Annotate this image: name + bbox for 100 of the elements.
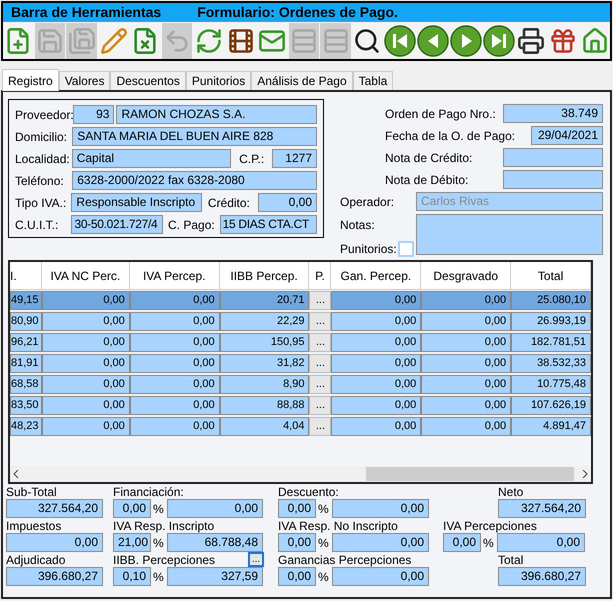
text-field[interactable]: Capital	[72, 149, 232, 168]
amount-field[interactable]: 0,00	[6, 533, 103, 552]
percent-field[interactable]: 0,00	[443, 533, 481, 552]
column-header[interactable]: I.	[10, 262, 42, 290]
amount-field[interactable]: 0,00	[497, 533, 585, 552]
field-label: Impuestos	[6, 520, 62, 532]
tab[interactable]: Análisis de Pago	[251, 71, 353, 90]
text-field[interactable]: Responsable Inscripto	[71, 193, 202, 212]
column-header[interactable]: Total	[511, 262, 591, 290]
field-label: Proveedor:	[15, 106, 71, 124]
table-cell: 26.993,19	[511, 312, 591, 331]
amount-field[interactable]: 327,59	[167, 567, 263, 586]
table-cell: 0,00	[331, 375, 422, 394]
ellipsis-button[interactable]: ...	[309, 375, 332, 394]
table-cell: 0,00	[42, 291, 130, 310]
table-cell: 0,00	[331, 396, 422, 415]
amount-field[interactable]: 0,00	[167, 499, 263, 518]
tab[interactable]: Punitorios	[186, 71, 252, 90]
table-cell: 0,00	[130, 396, 220, 415]
column-header[interactable]: P.	[309, 262, 332, 290]
column-header[interactable]: IVA Percep.	[130, 262, 220, 290]
table-cell: 48,23	[10, 417, 42, 436]
text-field[interactable]: 1277	[272, 149, 317, 168]
printer-icon	[517, 26, 546, 54]
toolbar-button[interactable]	[482, 22, 515, 58]
amount-field[interactable]: 0,00	[332, 533, 429, 552]
amount-field[interactable]: 0,00	[332, 567, 429, 586]
text-field[interactable]	[503, 170, 603, 189]
ellipsis-button[interactable]: ...	[248, 552, 264, 567]
table-cell: 0,00	[421, 375, 512, 394]
field-label: Adjudicado	[6, 554, 66, 566]
ellipsis-button[interactable]: ...	[309, 291, 332, 310]
table-cell: 0,00	[331, 291, 422, 310]
text-field[interactable]: 93	[73, 105, 114, 124]
percent-field[interactable]: 21,00	[113, 533, 151, 552]
ellipsis-button[interactable]: ...	[309, 417, 332, 436]
last-icon	[482, 24, 515, 56]
tab[interactable]: Valores	[58, 71, 110, 90]
text-field[interactable]	[503, 148, 603, 167]
table-cell: 0,00	[421, 417, 512, 436]
tab[interactable]: Tabla	[352, 71, 394, 90]
text-field[interactable]: 38.749	[503, 104, 603, 123]
table-cell: 0,00	[42, 333, 130, 352]
field-label: Crédito:	[206, 194, 251, 212]
notes-field[interactable]	[416, 214, 603, 255]
amount-field[interactable]: 327.564,20	[498, 499, 586, 518]
text-field[interactable]: 29/04/2021	[531, 126, 603, 145]
field-label: Teléfono:	[15, 172, 65, 190]
field-label: C.U.I.T.:	[15, 216, 60, 234]
percent-sign: %	[317, 500, 330, 518]
table-cell: 0,00	[421, 396, 512, 415]
percent-field[interactable]: 0,00	[278, 567, 316, 586]
ellipsis-button[interactable]: ...	[309, 333, 332, 352]
text-field[interactable]: RAMON CHOZAS S.A.	[116, 105, 317, 124]
table-cell: 0,00	[42, 417, 130, 436]
percent-sign: %	[152, 534, 165, 552]
text-field[interactable]: 0,00	[258, 193, 318, 212]
toolbar-title: Barra de Herramientas	[11, 5, 162, 19]
ellipsis-button[interactable]: ...	[309, 312, 332, 331]
field-label: Fecha de la O. de Pago:	[385, 128, 516, 144]
percent-field[interactable]: 0,00	[278, 499, 316, 518]
ellipsis-button[interactable]: ...	[309, 354, 332, 373]
column-header[interactable]: IVA NC Perc.	[42, 262, 130, 290]
column-header[interactable]: Gan. Percep.	[331, 262, 422, 290]
field-label: Orden de Pago Nro.:	[385, 106, 496, 122]
amount-field[interactable]: 327.564,20	[6, 499, 103, 518]
percent-sign: %	[317, 568, 330, 586]
toolbar-button[interactable]	[384, 22, 416, 58]
percent-sign: %	[152, 568, 165, 586]
text-field[interactable]: 6328-2000/2022 fax 6328-2080	[72, 171, 317, 190]
tab[interactable]: Descuentos	[110, 71, 186, 90]
percent-field[interactable]: 0,00	[278, 533, 316, 552]
column-header[interactable]: Desgravado	[421, 262, 512, 290]
table-cell: 0,00	[130, 333, 220, 352]
amount-field[interactable]: 396.680,27	[498, 567, 586, 586]
amount-field[interactable]: 396.680,27	[6, 567, 103, 586]
ellipsis-button[interactable]: ...	[309, 396, 332, 415]
column-header[interactable]: IIBB Percep.	[220, 262, 310, 290]
form-title: Formulario: Ordenes de Pago.	[197, 5, 398, 19]
text-field[interactable]: SANTA MARIA DEL BUEN AIRE 828	[72, 127, 317, 146]
table-cell: 0,00	[421, 333, 512, 352]
tab[interactable]: Registro	[2, 69, 59, 91]
toolbar-button[interactable]	[416, 22, 449, 58]
amount-field[interactable]: 68.788,48	[167, 533, 263, 552]
text-field[interactable]: 15 DIAS CTA.CT	[220, 215, 317, 234]
table-cell: 0,00	[331, 417, 422, 436]
scrollbar-thumb[interactable]	[366, 467, 574, 481]
scroll-right-icon	[582, 470, 588, 478]
table-cell: 81,91	[10, 354, 42, 373]
checkbox[interactable]	[398, 241, 414, 257]
amount-field[interactable]: 0,00	[332, 499, 429, 518]
text-field[interactable]: 30-50.021.727/4	[71, 215, 164, 234]
field-label: Sub-Total	[6, 486, 57, 498]
toolbar-button[interactable]	[450, 22, 482, 58]
first-icon	[384, 24, 416, 56]
table-cell: 25.080,10	[511, 291, 591, 310]
table-cell: 4.891,47	[511, 417, 591, 436]
percent-field[interactable]: 0,10	[113, 567, 151, 586]
horizontal-scrollbar[interactable]	[10, 466, 591, 482]
percent-field[interactable]: 0,00	[113, 499, 151, 518]
